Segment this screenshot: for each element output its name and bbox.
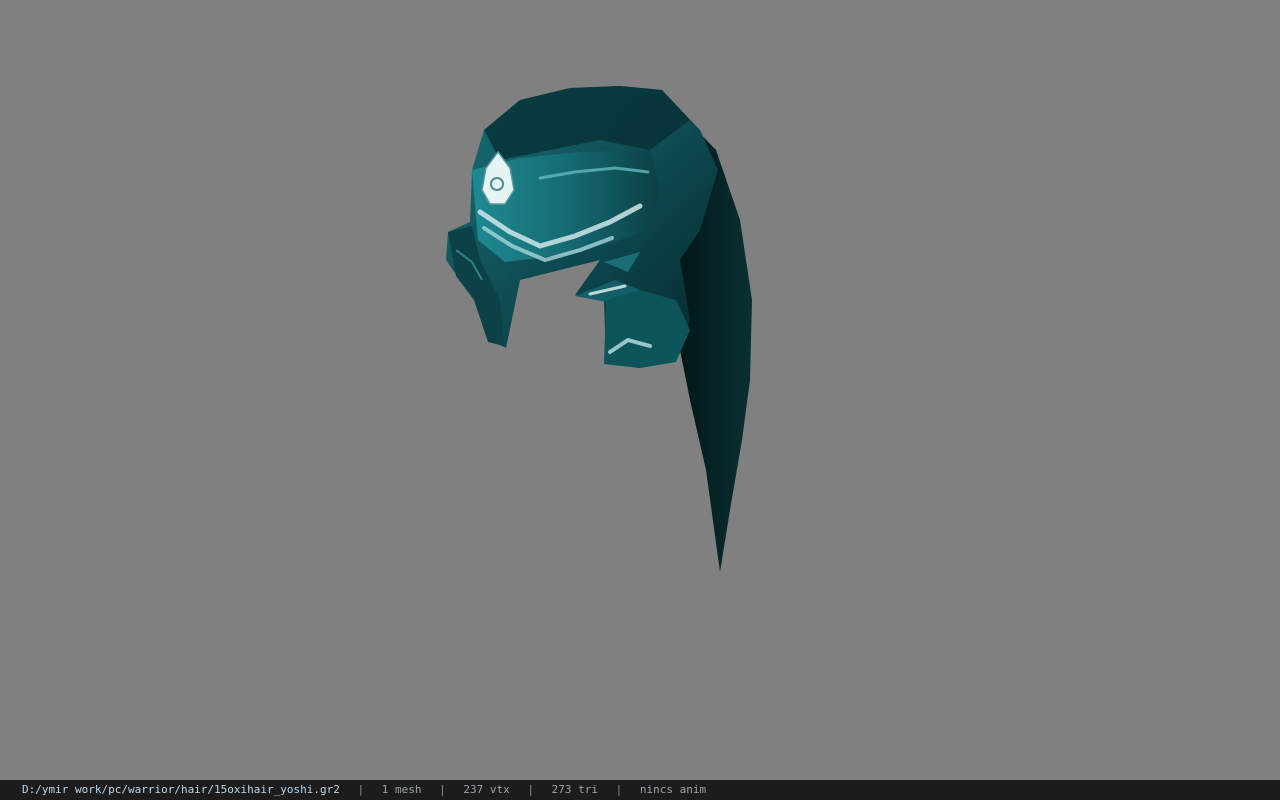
separator: |: [527, 783, 534, 796]
mesh-count: 1 mesh: [381, 783, 422, 796]
status-bar: D:/ymir work/pc/warrior/hair/15oxihair_y…: [0, 780, 1280, 800]
animation-info: nincs anim: [639, 783, 707, 796]
hair-model-render[interactable]: [0, 0, 1280, 780]
triangle-count: 273 tri: [551, 783, 598, 796]
model-viewport[interactable]: [0, 0, 1280, 780]
vertex-count: 237 vtx: [463, 783, 510, 796]
separator: |: [615, 783, 623, 796]
file-path: D:/ymir work/pc/warrior/hair/15oxihair_y…: [22, 783, 340, 796]
separator: |: [439, 783, 446, 796]
separator: |: [357, 783, 365, 796]
